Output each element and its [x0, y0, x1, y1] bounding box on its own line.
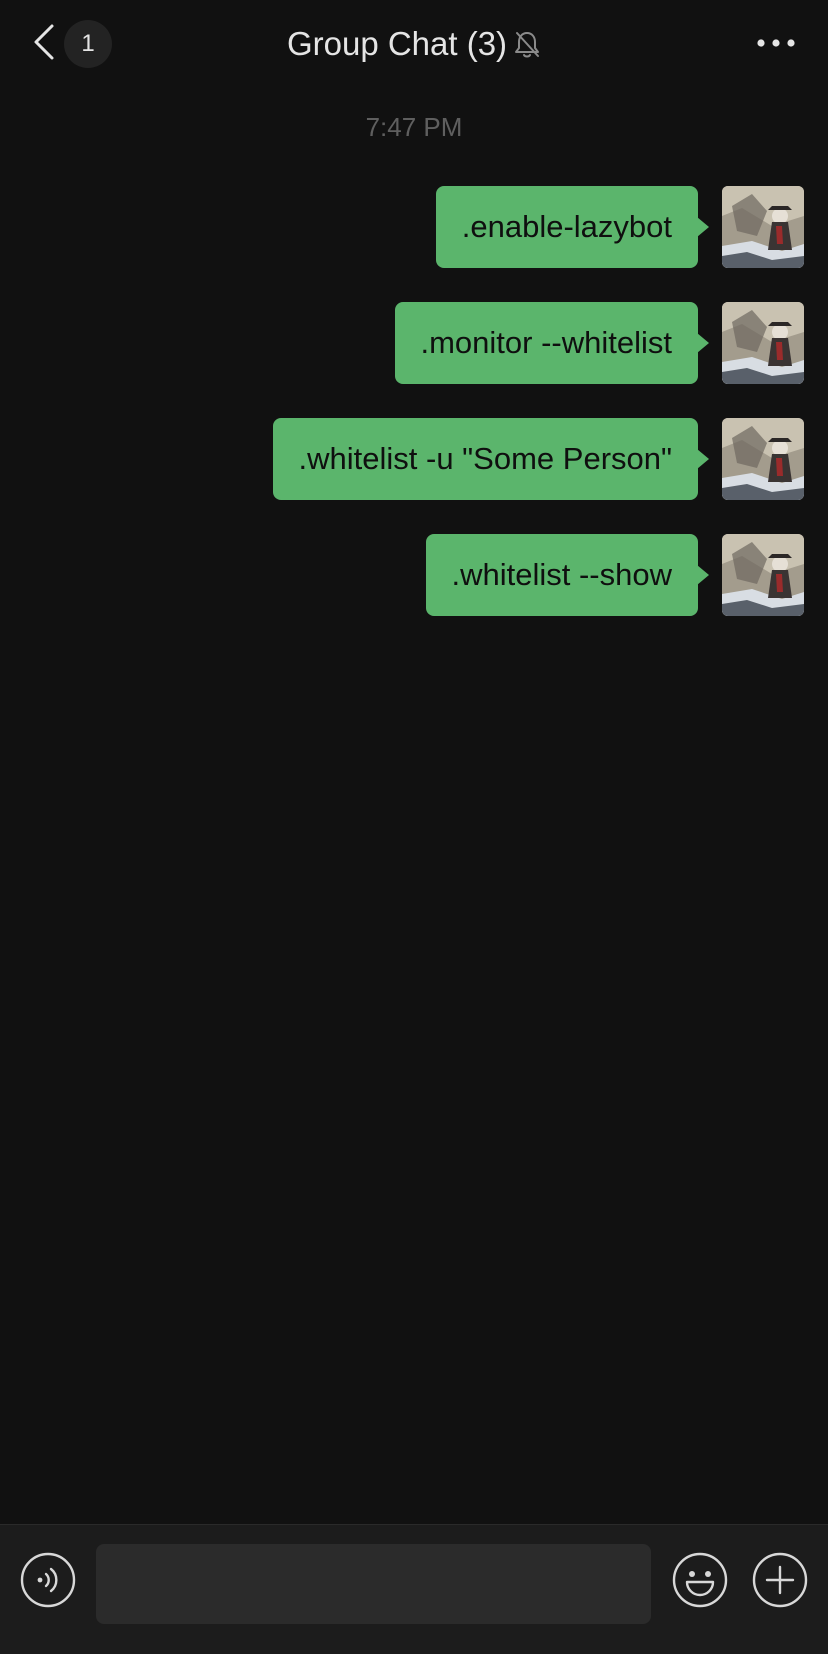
avatar[interactable]	[722, 302, 804, 384]
avatar[interactable]	[722, 534, 804, 616]
message-input[interactable]	[96, 1544, 651, 1624]
voice-icon	[20, 1552, 76, 1612]
ellipsis-icon	[756, 35, 796, 53]
chat-title: Group Chat (3)	[286, 25, 508, 62]
message-row: .whitelist --show	[425, 534, 804, 616]
plus-button[interactable]	[752, 1552, 808, 1608]
message-bubble[interactable]: .whitelist -u "Some Person"	[272, 418, 710, 500]
voice-button[interactable]	[20, 1552, 76, 1608]
input-bar	[0, 1524, 828, 1654]
back-button[interactable]	[26, 22, 62, 66]
emoji-icon	[672, 1552, 728, 1612]
unread-count-badge[interactable]: 1	[64, 20, 112, 68]
message-bubble[interactable]: .whitelist --show	[425, 534, 709, 616]
message-row: .whitelist -u "Some Person"	[272, 418, 804, 500]
avatar[interactable]	[722, 418, 804, 500]
more-options-button[interactable]	[752, 22, 800, 66]
bell-off-icon	[513, 29, 541, 59]
emoji-button[interactable]	[672, 1552, 728, 1608]
plus-circle-icon	[752, 1552, 808, 1612]
chevron-left-icon	[32, 22, 56, 67]
avatar[interactable]	[722, 186, 804, 268]
message-row: .monitor --whitelist	[394, 302, 804, 384]
message-row: .enable-lazybot	[435, 186, 804, 268]
message-bubble[interactable]: .monitor --whitelist	[394, 302, 709, 384]
message-timestamp: 7:47 PM	[365, 112, 463, 142]
message-bubble[interactable]: .enable-lazybot	[435, 186, 710, 268]
chat-header: 1 Group Chat (3)	[0, 0, 828, 88]
